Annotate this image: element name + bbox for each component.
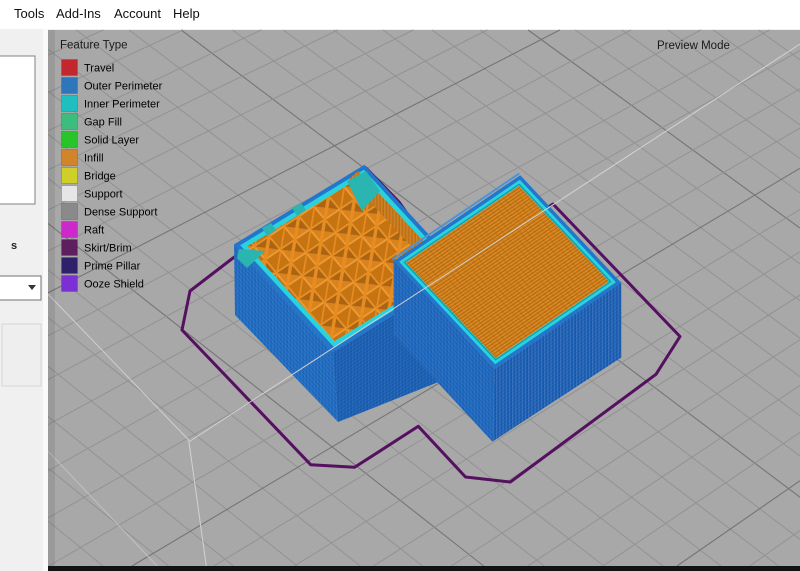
svg-text:Solid Layer: Solid Layer <box>84 135 139 147</box>
svg-text:s: s <box>11 240 17 252</box>
svg-text:Bridge: Bridge <box>84 171 116 183</box>
svg-text:Account: Account <box>114 6 161 21</box>
svg-text:Travel: Travel <box>84 63 114 75</box>
svg-text:Help: Help <box>173 6 200 21</box>
svg-text:Ooze Shield: Ooze Shield <box>84 279 144 291</box>
svg-text:Feature Type: Feature Type <box>60 40 128 52</box>
svg-text:Inner Perimeter: Inner Perimeter <box>84 99 160 111</box>
svg-text:Support: Support <box>84 189 123 201</box>
svg-text:Gap Fill: Gap Fill <box>84 117 122 129</box>
svg-text:Preview Mode: Preview Mode <box>657 40 730 52</box>
svg-text:Skirt/Brim: Skirt/Brim <box>84 243 132 255</box>
svg-text:Outer Perimeter: Outer Perimeter <box>84 81 163 93</box>
svg-text:Infill: Infill <box>84 153 104 165</box>
svg-text:Dense Support: Dense Support <box>84 207 157 219</box>
svg-text:Add-Ins: Add-Ins <box>56 6 101 21</box>
svg-text:Prime Pillar: Prime Pillar <box>84 261 141 273</box>
svg-text:Raft: Raft <box>84 225 104 237</box>
svg-text:Tools: Tools <box>14 6 45 21</box>
